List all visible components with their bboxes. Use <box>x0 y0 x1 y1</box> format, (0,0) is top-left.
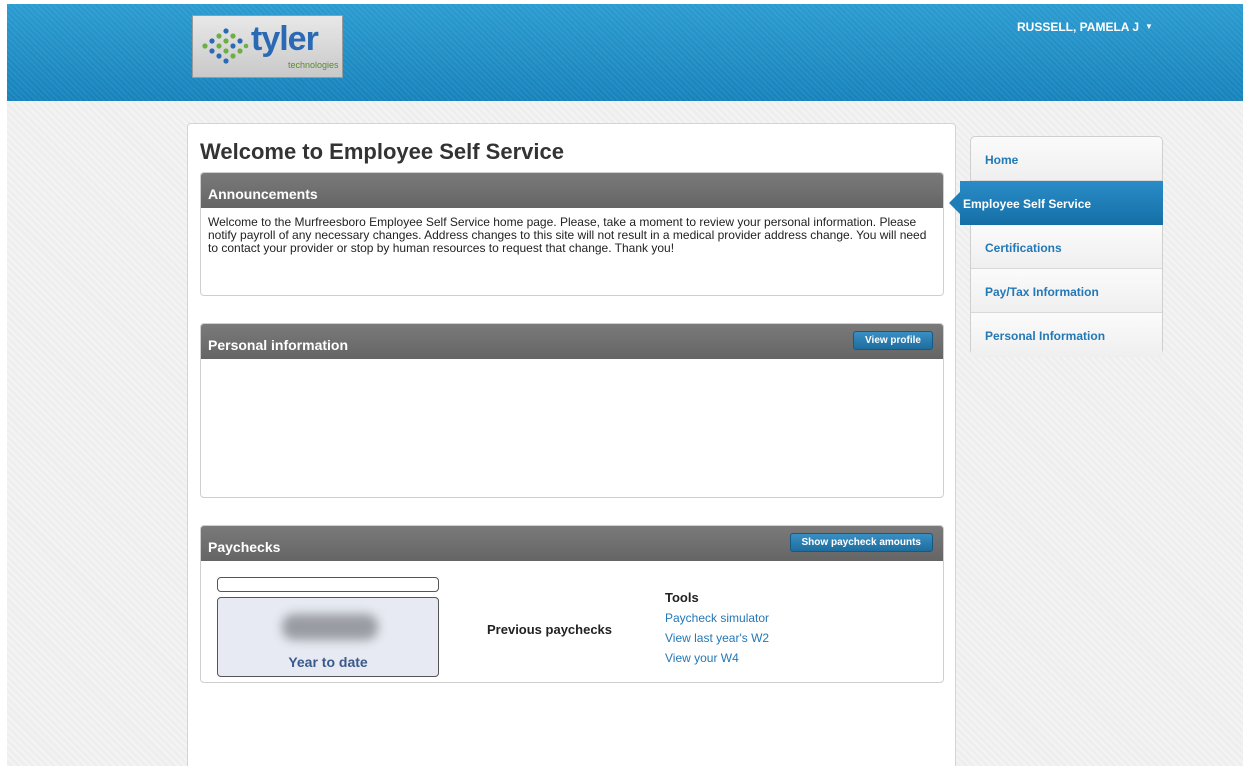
year-to-date-label: Year to date <box>288 654 368 670</box>
tyler-logo[interactable]: tyler technologies <box>192 15 343 78</box>
paychecks-panel: Paychecks Show paycheck amounts Year to … <box>200 525 944 683</box>
announcements-text: Welcome to the Murfreesboro Employee Sel… <box>208 215 927 255</box>
dots-logo-icon <box>202 28 249 64</box>
tools-title: Tools <box>665 590 699 605</box>
personal-information-title: Personal information <box>208 337 349 353</box>
sidebar-item-label: Personal Information <box>985 329 1106 343</box>
main-content: Welcome to Employee Self Service Announc… <box>187 123 956 766</box>
previous-paychecks-label[interactable]: Previous paychecks <box>487 622 612 637</box>
sidebar-item-label: Home <box>985 153 1019 167</box>
view-profile-button[interactable]: View profile <box>853 331 933 350</box>
user-name: RUSSELL, PAMELA J <box>1017 20 1140 34</box>
paychecks-header: Paychecks Show paycheck amounts <box>201 526 943 561</box>
personal-information-panel: Personal information View profile <box>200 323 944 498</box>
sidebar-item-label: Pay/Tax Information <box>985 285 1099 299</box>
year-to-date-card[interactable]: Year to date <box>217 597 439 677</box>
personal-information-header: Personal information View profile <box>201 324 943 359</box>
sidebar-item-label: Certifications <box>985 241 1062 255</box>
sidebar-item-home[interactable]: Home <box>971 137 1162 181</box>
ytd-amount-hidden <box>282 614 378 640</box>
top-header: tyler technologies RUSSELL, PAMELA J ▼ <box>7 4 1243 101</box>
chevron-down-icon: ▼ <box>1145 22 1153 31</box>
sidebar-item-label: Employee Self Service <box>963 197 1092 211</box>
side-navigation: Home Employee Self Service Certification… <box>949 136 1163 357</box>
announcements-title: Announcements <box>208 186 318 202</box>
view-your-w4-link[interactable]: View your W4 <box>665 651 739 665</box>
app-frame: tyler technologies RUSSELL, PAMELA J ▼ We… <box>7 4 1243 766</box>
page-title: Welcome to Employee Self Service <box>200 139 564 164</box>
paychecks-title: Paychecks <box>208 539 281 555</box>
sidebar-item-personal-information[interactable]: Personal Information <box>971 313 1162 357</box>
paycheck-simulator-link[interactable]: Paycheck simulator <box>665 611 769 625</box>
announcements-header: Announcements <box>201 173 943 208</box>
user-menu[interactable]: RUSSELL, PAMELA J ▼ <box>1017 20 1153 34</box>
logo-wordmark: tyler <box>251 20 319 58</box>
show-paycheck-amounts-button[interactable]: Show paycheck amounts <box>789 533 933 552</box>
logo-subtitle: technologies <box>288 60 339 70</box>
sidebar-item-employee-self-service[interactable]: Employee Self Service <box>949 181 1163 225</box>
view-last-years-w2-link[interactable]: View last year's W2 <box>665 631 769 645</box>
ytd-selector[interactable] <box>217 577 439 592</box>
sidebar-item-certifications[interactable]: Certifications <box>971 225 1162 269</box>
announcements-panel: Announcements Welcome to the Murfreesbor… <box>200 172 944 296</box>
sidebar-item-pay-tax-information[interactable]: Pay/Tax Information <box>971 269 1162 313</box>
